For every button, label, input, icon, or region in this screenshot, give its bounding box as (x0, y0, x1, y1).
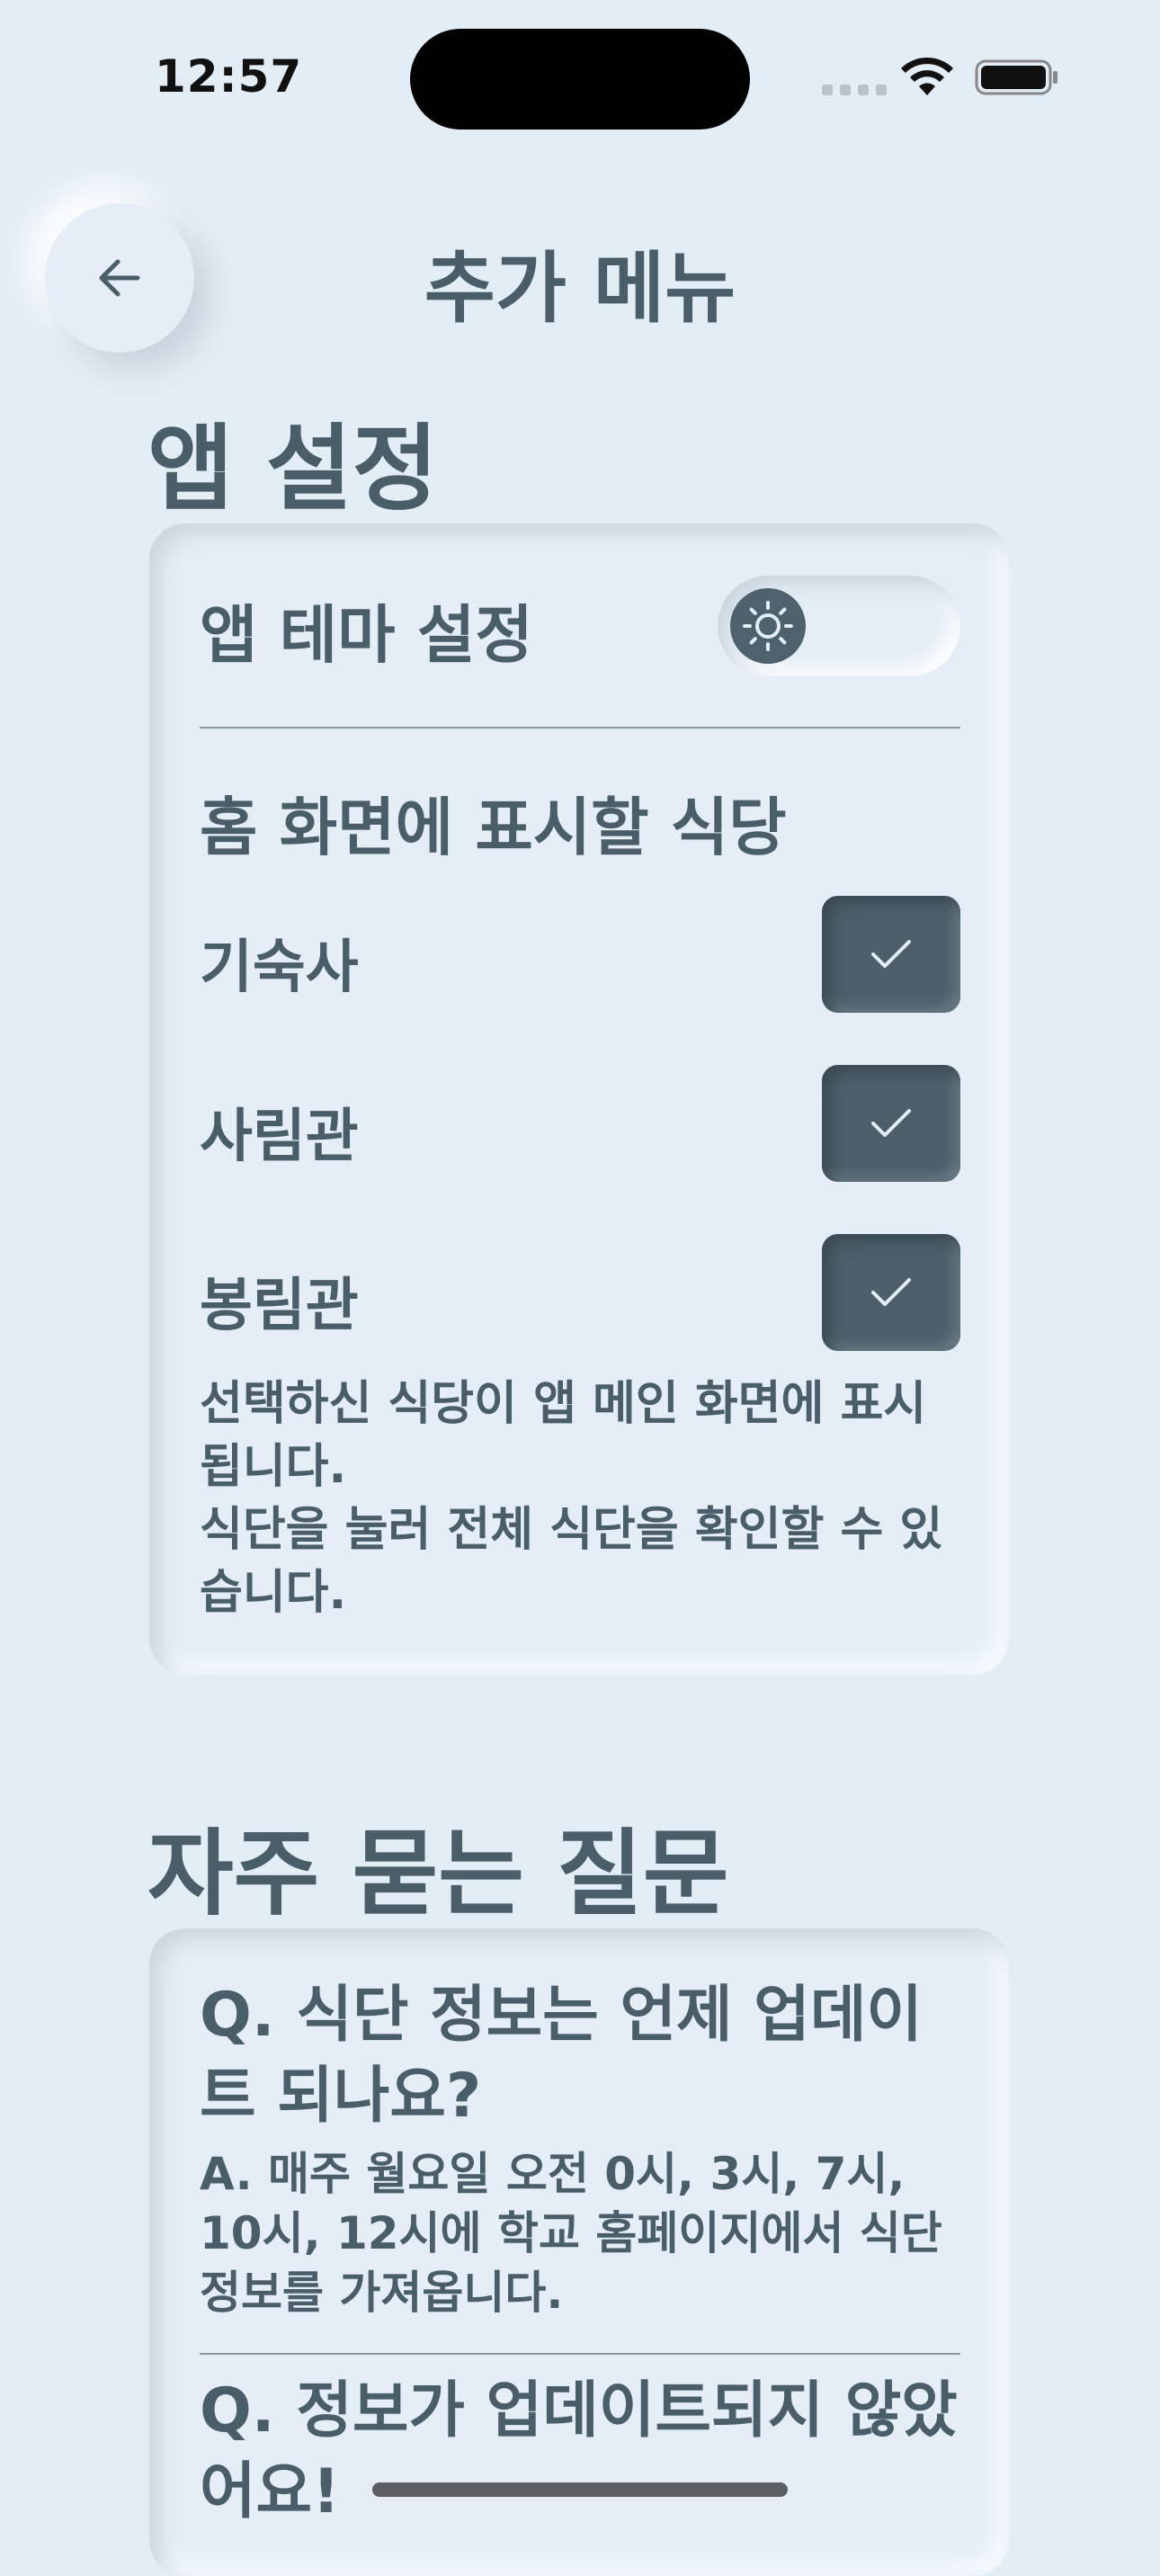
note-line: 선택하신 식당이 앱 메인 화면에 표시됩니다. (200, 1377, 927, 1494)
theme-setting-label: 앱 테마 설정 (200, 598, 533, 672)
restaurant-label: 봉림관 (200, 1273, 359, 1339)
faq-question[interactable]: Q. 식단 정보는 언제 업데이트 되나요? (200, 1975, 964, 2137)
restaurant-checkbox[interactable] (822, 896, 960, 1013)
page-title: 추가 메뉴 (424, 244, 736, 334)
theme-toggle[interactable] (718, 576, 960, 676)
home-indicator[interactable] (372, 2482, 788, 2497)
restaurant-checkbox[interactable] (822, 1234, 960, 1351)
toggle-knob (730, 588, 806, 664)
divider (200, 727, 960, 729)
home-display-label: 홈 화면에 표시할 식당 (200, 791, 787, 864)
divider (200, 2353, 960, 2355)
dynamic-island (410, 29, 750, 130)
restaurant-checkbox[interactable] (822, 1065, 960, 1182)
wifi-icon (901, 57, 953, 95)
restaurant-note: 선택하신 식당이 앱 메인 화면에 표시됩니다. 식단을 눌러 전체 식단을 확… (200, 1373, 964, 1624)
checkmark-icon (871, 1278, 911, 1306)
section-title-faq: 자주 묻는 질문 (147, 1819, 729, 1928)
faq-answer: A. 매주 월요일 오전 0시, 3시, 7시, 10시, 12시에 학교 홈페… (200, 2148, 942, 2319)
status-time: 12:57 (155, 50, 303, 103)
cellular-signal-icon (822, 85, 887, 95)
status-bar: 12:57 (0, 0, 1160, 153)
checkmark-icon (871, 940, 911, 968)
restaurant-label: 사림관 (200, 1104, 359, 1170)
checkmark-icon (871, 1109, 911, 1137)
section-title-app-settings: 앱 설정 (147, 414, 439, 523)
sun-icon (743, 601, 793, 651)
note-line: 식단을 눌러 전체 식단을 확인할 수 있습니다. (200, 1503, 943, 1620)
battery-icon (975, 59, 1057, 95)
faq-question[interactable]: Q. 정보가 업데이트되지 않았어요! (200, 2371, 964, 2533)
restaurant-label: 기숙사 (200, 935, 359, 1001)
